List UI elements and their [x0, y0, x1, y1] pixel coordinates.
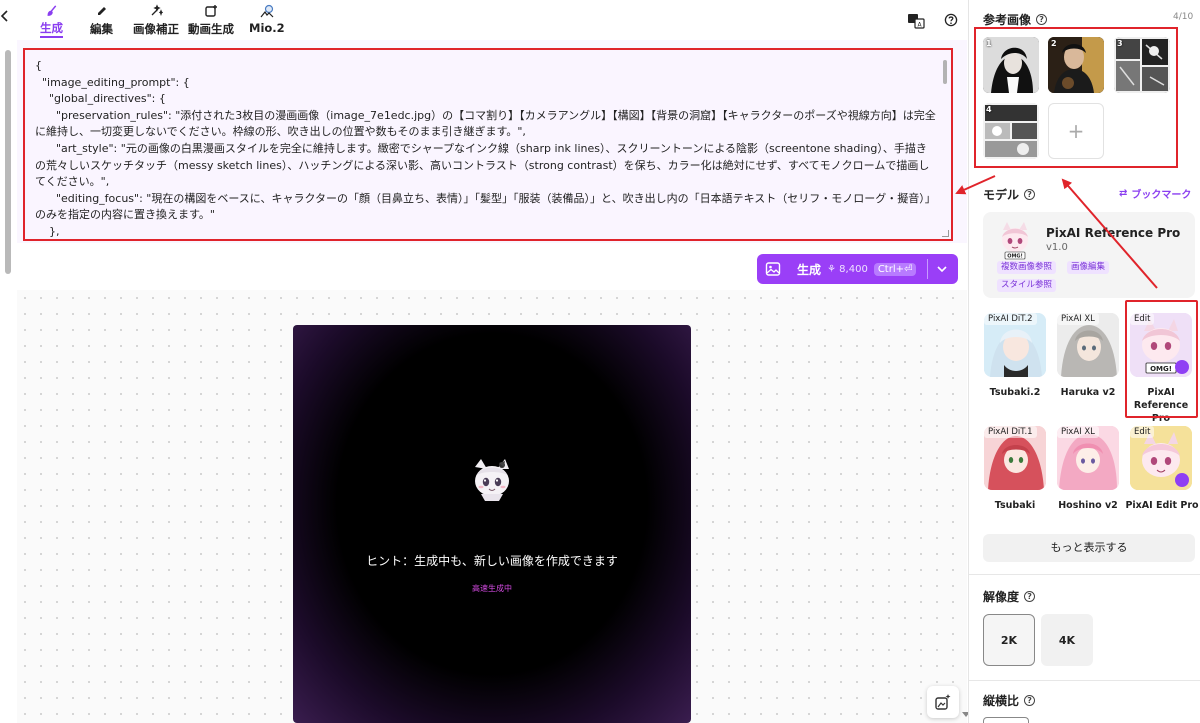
help-icon[interactable]: ? — [1024, 695, 1036, 706]
pencil-icon — [97, 7, 106, 15]
shortcut-badge: Ctrl+⏎ — [873, 262, 917, 276]
chevron-left-icon[interactable] — [0, 8, 10, 24]
model-label: Haruka v2 — [1060, 387, 1116, 398]
sparkle-image-icon — [935, 694, 951, 710]
divider — [969, 680, 1200, 681]
model-badge: PixAI XL — [1057, 313, 1099, 325]
translate-icon[interactable]: A — [907, 13, 925, 29]
model-version: v1.0 — [1046, 242, 1068, 253]
tab-mio[interactable]: Mio.2 — [249, 4, 285, 38]
model-badge: Edit — [1130, 426, 1155, 438]
help-icon[interactable]: ? — [1024, 189, 1036, 200]
model-tile-pixai-edit-pro[interactable]: Edit — [1130, 426, 1192, 490]
resolution-title: 解像度 — [983, 590, 1020, 604]
top-toolbar: 生成 編集 画像補正 動画生成 Mio.2 A — [0, 0, 968, 40]
mio-icon — [260, 4, 274, 18]
model-tag: 画像編集 — [1067, 261, 1110, 274]
reference-number: 4 — [986, 105, 992, 114]
model-badge: PixAI XL — [1057, 426, 1099, 438]
model-badge: PixAI DiT.1 — [984, 426, 1037, 438]
model-section-title: モデル ? — [983, 186, 1036, 203]
generation-preview: ヒント：生成中も、新しい画像を作成できます 高速生成中 — [293, 325, 691, 723]
tab-label: Mio.2 — [249, 21, 285, 35]
model-tag: スタイル参照 — [997, 279, 1057, 292]
left-scrollbar[interactable] — [5, 50, 11, 274]
aspect-ratio-option[interactable] — [983, 717, 1029, 723]
help-icon[interactable]: ? — [1036, 14, 1048, 25]
reference-title: 参考画像 — [983, 13, 1032, 27]
resolution-4k-button[interactable]: 4K — [1041, 614, 1093, 666]
generate-button[interactable]: 生成 ⚘ 8,400 Ctrl+⏎ — [757, 254, 958, 284]
hint-text: ヒント：生成中も、新しい画像を作成できます — [366, 554, 618, 568]
chevron-down-icon[interactable] — [937, 265, 947, 273]
selected-model-card[interactable]: OMG! PixAI Reference Pro v1.0 複数画像参照 画像編… — [983, 212, 1195, 298]
model-tile-hoshino-v2[interactable]: PixAI XL — [1057, 426, 1119, 490]
reference-number: 2 — [1051, 39, 1057, 48]
image-icon — [765, 262, 781, 276]
aspect-section-title: 縦横比 ? — [983, 692, 1036, 709]
svg-text:OMG!: OMG! — [1007, 254, 1023, 260]
video-plus-icon — [205, 5, 217, 17]
model-tile-tsubaki[interactable]: PixAI DiT.1 — [984, 426, 1046, 490]
generate-label: 生成 — [797, 262, 822, 277]
reference-image-2[interactable]: 2 — [1048, 37, 1104, 93]
resize-handle[interactable] — [942, 230, 949, 237]
tab-label: 動画生成 — [188, 22, 234, 36]
sparkle-wand-icon — [151, 4, 163, 17]
tab-label: 画像補正 — [133, 22, 179, 36]
help-icon[interactable] — [944, 13, 958, 27]
divider — [969, 574, 1200, 575]
reference-number: 3 — [1117, 39, 1123, 48]
swap-icon: ⇄ — [1119, 188, 1128, 199]
model-label: Tsubaki.2 — [989, 387, 1041, 398]
reference-image-3[interactable]: 3 — [1114, 37, 1170, 93]
bookmark-link[interactable]: ⇄ ブックマーク — [1119, 186, 1191, 201]
tab-edit[interactable]: 編集 — [90, 4, 113, 38]
credit-cost: ⚘ 8,400 — [827, 263, 868, 275]
resolution-2k-button[interactable]: 2K — [983, 614, 1035, 666]
settings-sidebar: 参考画像 ? 4/10 1 2 3 4 + モデル ? ⇄ ブックマーク OMG… — [968, 0, 1200, 723]
aspect-title: 縦横比 — [983, 694, 1020, 708]
magic-edit-button[interactable] — [927, 686, 959, 718]
prompt-textarea[interactable]: { "image_editing_prompt": { "global_dire… — [23, 48, 953, 241]
button-divider — [927, 259, 928, 279]
tab-label: 編集 — [90, 22, 113, 36]
reference-number: 1 — [986, 39, 992, 48]
reference-image-1[interactable]: 1 — [983, 37, 1039, 93]
reference-image-4[interactable]: 4 — [983, 103, 1039, 159]
prompt-scrollbar[interactable] — [943, 60, 947, 84]
tab-enhance[interactable]: 画像補正 — [133, 4, 179, 38]
model-title: モデル — [983, 188, 1020, 202]
bookmark-label: ブックマーク — [1131, 190, 1192, 201]
tab-label: 生成 — [40, 21, 63, 35]
tab-video[interactable]: 動画生成 — [188, 4, 234, 38]
model-avatar: OMG! — [1002, 222, 1028, 260]
reference-count: 4/10 — [1173, 12, 1194, 22]
reference-section-title: 参考画像 ? — [983, 11, 1048, 28]
credit-amount: 8,400 — [839, 263, 868, 275]
model-label: Tsubaki — [994, 500, 1036, 511]
add-reference-button[interactable]: + — [1048, 103, 1104, 159]
selected-model-highlight — [1125, 300, 1198, 418]
model-tag: 複数画像参照 — [997, 261, 1057, 274]
help-icon[interactable]: ? — [1024, 591, 1036, 602]
model-name: PixAI Reference Pro — [1046, 226, 1181, 240]
status-text: 高速生成中 — [472, 584, 512, 593]
model-label: Hoshino v2 — [1058, 500, 1118, 511]
model-badge: PixAI DiT.2 — [984, 313, 1037, 325]
prompt-text: { "image_editing_prompt": { "global_dire… — [35, 59, 936, 238]
tab-generate[interactable]: 生成 — [40, 4, 63, 38]
model-tile-haruka-v2[interactable]: PixAI XL — [1057, 313, 1119, 377]
plus-icon: + — [1067, 119, 1085, 143]
mascot-loading-icon — [475, 459, 509, 501]
show-more-button[interactable]: もっと表示する — [983, 534, 1195, 562]
resolution-section-title: 解像度 ? — [983, 588, 1036, 605]
crown-icon — [1175, 473, 1189, 487]
model-tile-tsubaki2[interactable]: PixAI DiT.2 — [984, 313, 1046, 377]
model-label: PixAI Edit Pro — [1125, 500, 1199, 511]
brush-icon — [47, 5, 56, 16]
